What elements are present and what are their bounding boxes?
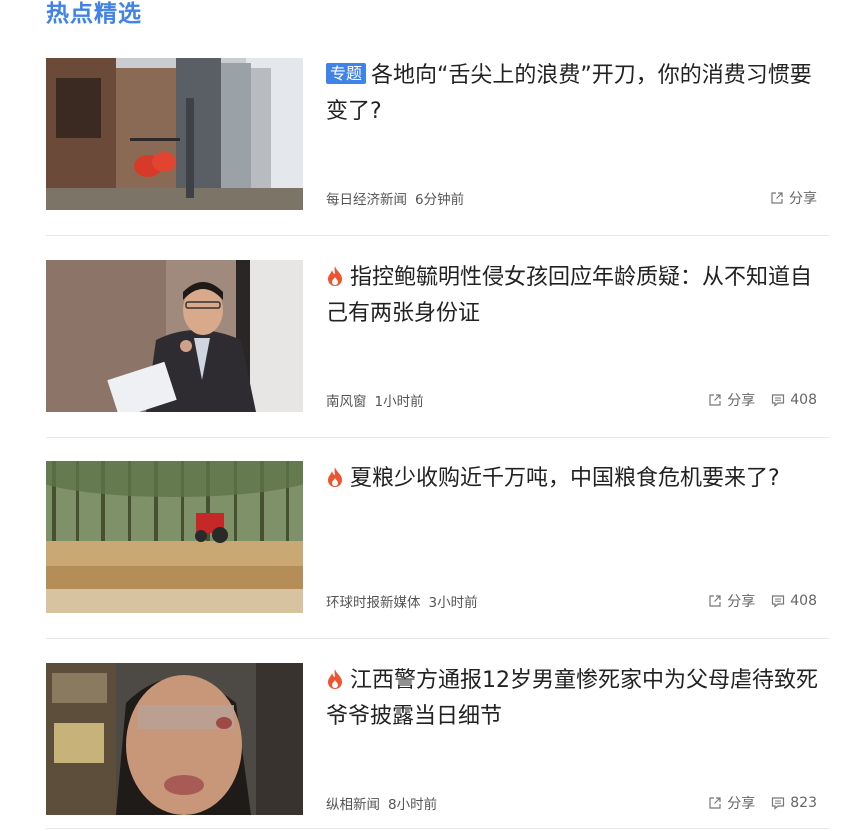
share-button[interactable]: 分享 [708, 793, 755, 813]
comment-count: 823 [790, 795, 817, 811]
news-time: 3小时前 [428, 595, 478, 611]
divider [46, 638, 829, 639]
news-title[interactable]: 夏粮少收购近千万吨，中国粮食危机要来了? [326, 461, 826, 497]
divider [46, 828, 829, 829]
news-title-text[interactable]: 各地向“舌尖上的浪费”开刀，你的消费习惯要变了? [326, 63, 812, 124]
comment-count: 408 [790, 392, 817, 408]
news-meta: 环球时报新媒体 3小时前 [326, 591, 478, 611]
comment-icon [772, 394, 785, 407]
news-actions: 分享 408 [708, 390, 817, 410]
news-actions: 分享 408 [708, 591, 817, 611]
share-button[interactable]: 分享 [708, 390, 755, 410]
section-title: 热点精选 [46, 1, 142, 27]
comment-icon [772, 797, 785, 810]
news-thumbnail[interactable] [46, 58, 303, 210]
news-item[interactable]: 专题 各地向“舌尖上的浪费”开刀，你的消费习惯要变了? 每日经济新闻 6分钟前 分享 [46, 58, 829, 210]
share-label: 分享 [727, 796, 756, 812]
share-label: 分享 [727, 594, 756, 610]
fire-icon [328, 266, 342, 286]
share-button[interactable]: 分享 [770, 188, 817, 208]
news-title[interactable]: 专题 各地向“舌尖上的浪费”开刀，你的消费习惯要变了? [326, 58, 826, 130]
divider [46, 235, 829, 236]
news-title[interactable]: 江西警方通报12岁男童惨死家中为父母虐待致死 爷爷披露当日细节 [326, 663, 826, 735]
news-thumbnail[interactable] [46, 663, 303, 815]
share-button[interactable]: 分享 [708, 591, 755, 611]
comment-button[interactable]: 408 [771, 593, 817, 609]
fire-icon [328, 467, 342, 487]
news-source[interactable]: 纵相新闻 [326, 797, 380, 813]
share-icon [709, 394, 721, 406]
news-source[interactable]: 环球时报新媒体 [326, 595, 421, 611]
share-icon [709, 595, 721, 607]
share-label: 分享 [727, 393, 756, 409]
news-meta: 每日经济新闻 6分钟前 [326, 188, 464, 208]
share-icon [771, 192, 783, 204]
news-title-text[interactable]: 夏粮少收购近千万吨，中国粮食危机要来了? [350, 466, 780, 491]
news-title-text[interactable]: 指控鲍毓明性侵女孩回应年龄质疑：从不知道自己有两张身份证 [326, 265, 812, 326]
news-item[interactable]: 夏粮少收购近千万吨，中国粮食危机要来了? 环球时报新媒体 3小时前 分享 408 [46, 461, 829, 613]
news-source[interactable]: 南风窗 [326, 394, 367, 410]
divider [46, 437, 829, 438]
news-time: 1小时前 [374, 394, 424, 410]
topic-badge[interactable]: 专题 [326, 63, 367, 84]
news-title-text[interactable]: 江西警方通报12岁男童惨死家中为父母虐待致死 爷爷披露当日细节 [326, 668, 818, 729]
news-source[interactable]: 每日经济新闻 [326, 192, 407, 208]
news-meta: 南风窗 1小时前 [326, 390, 424, 410]
news-thumbnail[interactable] [46, 260, 303, 412]
comment-button[interactable]: 408 [771, 392, 817, 408]
news-item[interactable]: 江西警方通报12岁男童惨死家中为父母虐待致死 爷爷披露当日细节 纵相新闻 8小时前… [46, 663, 829, 815]
news-actions: 分享 823 [708, 793, 817, 813]
fire-icon [328, 669, 342, 689]
news-time: 6分钟前 [415, 192, 465, 208]
news-title[interactable]: 指控鲍毓明性侵女孩回应年龄质疑：从不知道自己有两张身份证 [326, 260, 826, 332]
news-meta: 纵相新闻 8小时前 [326, 793, 437, 813]
share-icon [709, 797, 721, 809]
comment-icon [772, 595, 785, 608]
news-thumbnail[interactable] [46, 461, 303, 613]
news-actions: 分享 [770, 188, 817, 208]
comment-count: 408 [790, 593, 817, 609]
news-item[interactable]: 指控鲍毓明性侵女孩回应年龄质疑：从不知道自己有两张身份证 南风窗 1小时前 分享 … [46, 260, 829, 412]
share-label: 分享 [789, 191, 817, 207]
news-time: 8小时前 [388, 797, 438, 813]
comment-button[interactable]: 823 [771, 795, 817, 811]
